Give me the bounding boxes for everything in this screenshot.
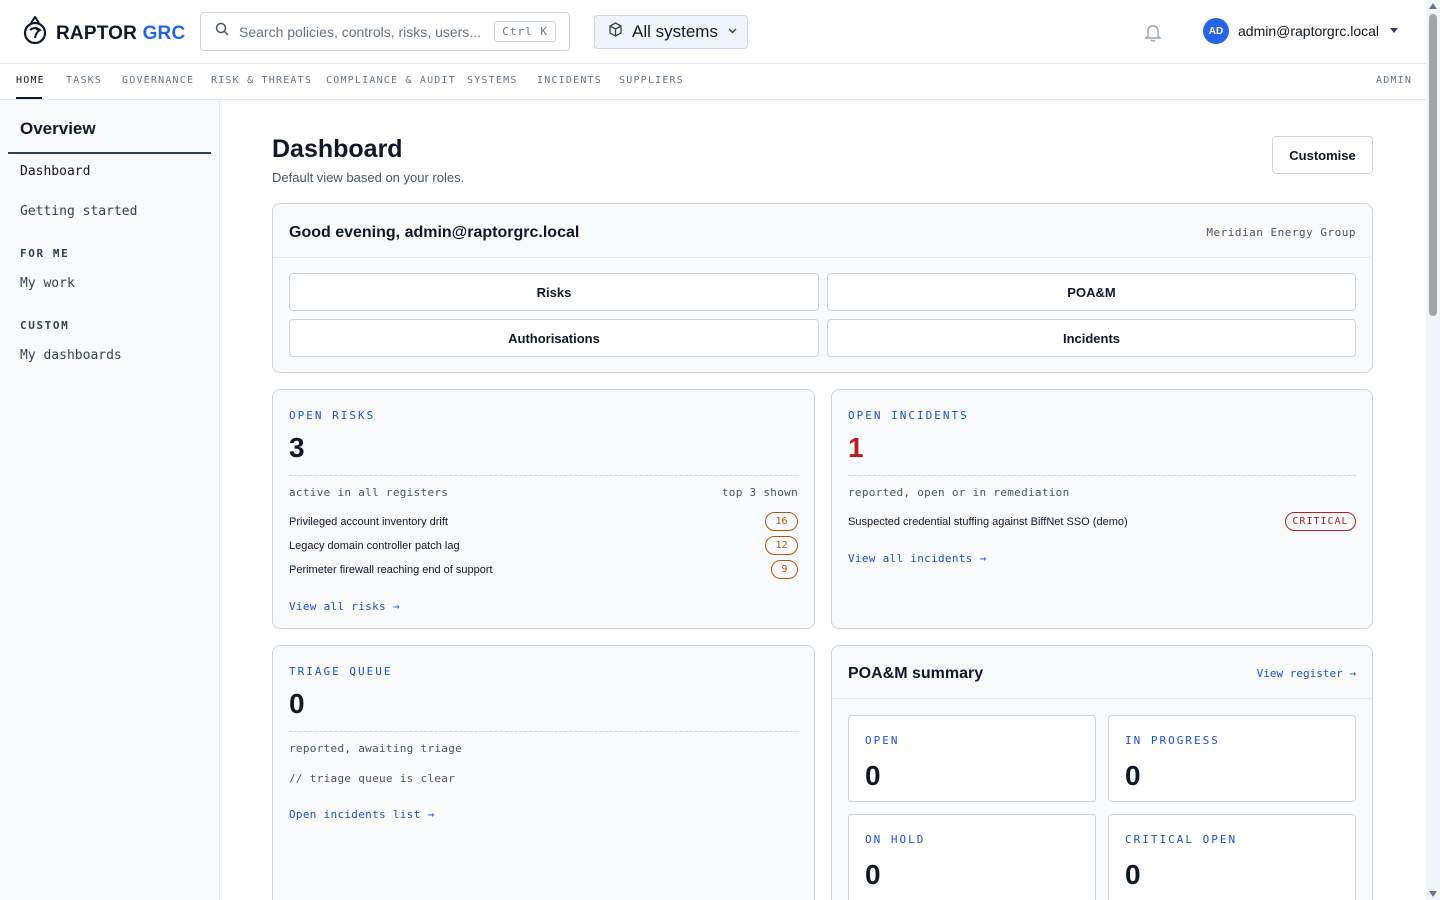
sidebar-item-my-work[interactable]: My work <box>20 276 75 291</box>
quick-link-risks[interactable]: Risks <box>289 273 819 311</box>
sidebar-heading-custom: CUSTOM <box>20 319 70 332</box>
greeting-title: Good evening, admin@raptorgrc.local <box>289 224 580 241</box>
open-risks-label: OPEN RISKS <box>289 409 376 422</box>
poam-tile-open[interactable]: OPEN 0 <box>848 715 1096 802</box>
open-incidents-card: OPEN INCIDENTS 1 reported, open or in re… <box>831 389 1373 629</box>
scroll-down-arrow-icon[interactable] <box>1429 891 1437 897</box>
view-all-risks-link[interactable]: View all risks → <box>289 600 400 613</box>
user-email: admin@raptorgrc.local <box>1238 23 1380 39</box>
triage-queue-count: 0 <box>289 688 305 719</box>
open-risks-card: OPEN RISKS 3 active in all registers top… <box>272 389 815 629</box>
raptor-logo-icon <box>22 15 48 51</box>
greeting-card: Good evening, admin@raptorgrc.local Meri… <box>272 203 1373 373</box>
divider <box>289 731 798 732</box>
global-search[interactable]: Search policies, controls, risks, users.… <box>200 12 570 51</box>
sidebar-item-my-dashboards[interactable]: My dashboards <box>20 348 122 363</box>
cube-icon <box>608 22 623 42</box>
open-incidents-list-link[interactable]: Open incidents list → <box>289 808 434 821</box>
risk-row-name[interactable]: Privileged account inventory drift <box>289 516 448 528</box>
customise-button[interactable]: Customise <box>1272 136 1373 174</box>
page-title: Dashboard <box>272 135 403 163</box>
avatar: AD <box>1203 18 1229 44</box>
nav-risk-threats[interactable]: RISK & THREATS <box>211 75 312 86</box>
poam-tile-in-progress[interactable]: IN PROGRESS 0 <box>1108 715 1356 802</box>
page-subtitle: Default view based on your roles. <box>272 170 465 185</box>
search-icon <box>215 22 229 41</box>
poam-tile-value: 0 <box>865 760 881 791</box>
sidebar-divider <box>8 152 211 154</box>
poam-tile-value: 0 <box>865 859 881 890</box>
greeting-divider <box>273 257 1372 258</box>
open-risks-shown-count: top 3 shown <box>721 486 798 499</box>
user-menu[interactable]: AD admin@raptorgrc.local <box>1203 18 1399 44</box>
brand-name: RAPTOR GRC <box>56 22 186 44</box>
view-all-incidents-link[interactable]: View all incidents → <box>848 552 986 565</box>
risk-score-badge: 16 <box>765 512 798 531</box>
sidebar-item-dashboard[interactable]: Dashboard <box>20 164 90 179</box>
open-incidents-label: OPEN INCIDENTS <box>848 409 969 422</box>
poam-tile-label: ON HOLD <box>865 833 926 846</box>
poam-summary-card: POA&M summary View register → OPEN 0 IN … <box>831 645 1373 900</box>
nav-active-indicator <box>16 97 42 99</box>
triage-queue-scope: reported, awaiting triage <box>289 742 463 755</box>
quick-link-poam[interactable]: POA&M <box>827 273 1356 311</box>
quick-link-incidents[interactable]: Incidents <box>827 319 1356 357</box>
poam-tile-value: 0 <box>1125 859 1141 890</box>
search-shortcut-hint: Ctrl K <box>494 21 556 42</box>
triage-queue-empty-note: // triage queue is clear <box>289 772 456 785</box>
triage-queue-card: TRIAGE QUEUE 0 reported, awaiting triage… <box>272 645 815 900</box>
sidebar: Overview Dashboard Getting started FOR M… <box>0 100 220 900</box>
poam-divider <box>832 698 1372 699</box>
nav-compliance-audit[interactable]: COMPLIANCE & AUDIT <box>326 75 456 86</box>
open-risks-scope: active in all registers <box>289 486 449 499</box>
risk-row-name[interactable]: Legacy domain controller patch lag <box>289 540 460 552</box>
organisation-name: Meridian Energy Group <box>1206 226 1356 239</box>
caret-down-icon <box>1379 22 1399 40</box>
main-nav: HOME TASKS GOVERNANCE RISK & THREATS COM… <box>0 64 1426 100</box>
top-bar: RAPTOR GRC Search policies, controls, ri… <box>0 0 1426 64</box>
incident-row-name[interactable]: Suspected credential stuffing against Bi… <box>848 516 1128 528</box>
open-risks-count: 3 <box>289 432 305 463</box>
chevron-down-icon <box>718 23 738 41</box>
page-scrollbar[interactable] <box>1426 0 1440 900</box>
system-selector[interactable]: All systems <box>594 15 748 49</box>
brand-logo[interactable]: RAPTOR GRC <box>22 15 186 51</box>
notifications-bell-icon[interactable] <box>1142 21 1164 43</box>
poam-tile-label: CRITICAL OPEN <box>1125 833 1238 846</box>
severity-badge: CRITICAL <box>1285 512 1356 531</box>
poam-tile-on-hold[interactable]: ON HOLD 0 <box>848 814 1096 900</box>
poam-tile-critical-open[interactable]: CRITICAL OPEN 0 <box>1108 814 1356 900</box>
open-incidents-count: 1 <box>848 432 864 463</box>
risk-row-name[interactable]: Perimeter firewall reaching end of suppo… <box>289 564 493 576</box>
scrollbar-thumb[interactable] <box>1429 14 1437 316</box>
nav-tasks[interactable]: TASKS <box>66 75 102 86</box>
nav-suppliers[interactable]: SUPPLIERS <box>619 75 684 86</box>
sidebar-heading-for-me: FOR ME <box>20 247 70 260</box>
nav-governance[interactable]: GOVERNANCE <box>122 75 194 86</box>
nav-home[interactable]: HOME <box>16 75 45 86</box>
poam-tile-value: 0 <box>1125 760 1141 791</box>
nav-systems[interactable]: SYSTEMS <box>467 75 518 86</box>
nav-admin[interactable]: ADMIN <box>1376 75 1412 86</box>
view-register-link[interactable]: View register → <box>1257 667 1356 680</box>
search-input[interactable]: Search policies, controls, risks, users.… <box>239 24 494 40</box>
scroll-up-arrow-icon[interactable] <box>1429 3 1437 9</box>
risk-score-badge: 9 <box>771 560 798 579</box>
divider <box>289 475 798 476</box>
triage-queue-label: TRIAGE QUEUE <box>289 665 393 678</box>
system-selector-value: All systems <box>632 22 718 41</box>
open-incidents-scope: reported, open or in remediation <box>848 486 1070 499</box>
quick-link-authorisations[interactable]: Authorisations <box>289 319 819 357</box>
nav-incidents[interactable]: INCIDENTS <box>537 75 602 86</box>
poam-tile-label: OPEN <box>865 734 900 747</box>
risk-score-badge: 12 <box>765 536 798 555</box>
sidebar-title: Overview <box>20 119 96 138</box>
divider <box>848 475 1356 476</box>
sidebar-item-getting-started[interactable]: Getting started <box>20 204 137 219</box>
poam-tile-label: IN PROGRESS <box>1125 734 1220 747</box>
poam-summary-title: POA&M summary <box>848 665 984 682</box>
